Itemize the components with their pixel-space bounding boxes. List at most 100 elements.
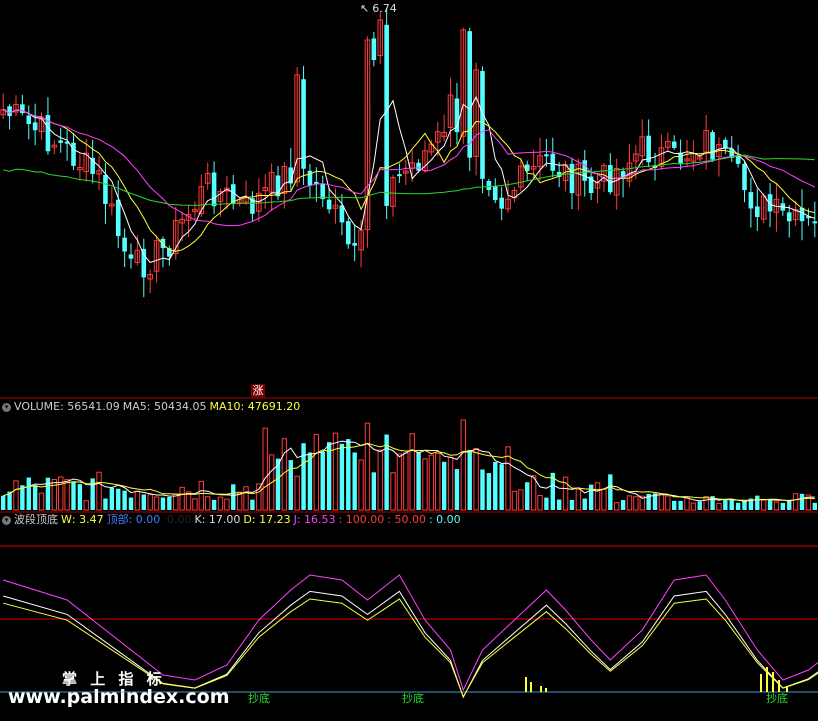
volume-bar-down — [211, 499, 217, 510]
volume-bar-up — [147, 494, 153, 511]
volume-bar-down — [812, 502, 817, 510]
volume-bar-up — [626, 495, 633, 511]
volume-bar-down — [499, 464, 504, 510]
volume-bar-up — [13, 480, 19, 511]
volume-bar-down — [307, 452, 313, 510]
volume-bar-down — [320, 451, 325, 510]
candle-body-down — [723, 139, 728, 149]
volume-bar-down — [729, 499, 734, 510]
volume-bar-down — [77, 484, 83, 510]
volume-bar-up — [243, 486, 249, 511]
candle-body-down — [812, 221, 818, 224]
volume-bar-up — [473, 448, 479, 511]
candle-body-down — [371, 38, 377, 60]
volume-bar-up — [51, 478, 58, 511]
volume-bar-down — [416, 451, 421, 510]
candle-body-down — [103, 174, 108, 205]
volume-bar-up — [358, 459, 364, 511]
level-50-value: : 50.00 — [387, 513, 426, 526]
candle-body-down — [339, 205, 345, 223]
volume-bar-down — [32, 485, 38, 510]
signal-stick — [772, 672, 774, 692]
volume-bar-up — [575, 488, 582, 511]
candle-body-down — [345, 221, 351, 245]
volume-bar-down — [755, 495, 760, 510]
volume-bar-down — [486, 473, 492, 510]
candle-body-down — [7, 106, 12, 117]
w-label: W — [61, 513, 72, 526]
volume-bar-down — [346, 439, 351, 510]
volume-bar-up — [460, 419, 467, 511]
volume-bar-down — [116, 488, 121, 510]
volume-bar-down — [742, 501, 747, 510]
candle-body-down — [26, 115, 32, 125]
volume-bar-down — [301, 443, 306, 510]
volume-bar-up — [38, 492, 45, 511]
volume-bar-up — [217, 496, 224, 511]
volume-bar-up — [364, 422, 371, 511]
volume-bar-up — [530, 475, 537, 511]
candle-body-down — [786, 212, 792, 222]
volume-bar-down — [441, 461, 447, 510]
chevron-down-icon[interactable]: ▾ — [2, 515, 11, 525]
volume-bar-up — [601, 488, 607, 511]
volume-bar-down — [26, 477, 31, 510]
indicator-header: ▾ 波段顶底 W: 3.47 顶部: 0.00:0.00 K: 17.00 D: 17.2… — [0, 513, 464, 527]
candle-body-down — [416, 162, 421, 171]
volume-bar-down — [556, 499, 562, 510]
volume-bar-up — [511, 490, 518, 511]
volume-bar-up — [396, 453, 403, 511]
signal-label-3: 抄底 — [766, 692, 788, 705]
volume-bar-up — [224, 498, 230, 511]
candle-body-down — [569, 163, 575, 194]
candle-body-down — [544, 154, 549, 157]
signal-label-1: 抄底 — [248, 692, 270, 705]
volume-bar-up — [594, 482, 601, 511]
volume-bar-down — [467, 449, 472, 510]
volume-bar-up — [377, 449, 383, 511]
volume-bar-up — [179, 486, 185, 511]
candle-body-down — [486, 180, 492, 190]
volume-ma10-label: MA10 — [209, 400, 241, 413]
volume-bar-down — [1, 495, 6, 510]
volume-bar-down — [167, 496, 172, 510]
d-value: : 17.23 — [251, 513, 291, 526]
candle-body-down — [122, 237, 127, 252]
volume-bar-down — [780, 502, 786, 510]
price-high-label: 6.74 — [372, 2, 397, 15]
k-value: : 17.00 — [201, 513, 241, 526]
volume-bar-down — [160, 497, 166, 510]
volume-bar-down — [371, 472, 377, 510]
chevron-down-icon[interactable]: ▾ — [2, 402, 11, 412]
volume-bar-down — [45, 477, 51, 510]
candle-body-down — [352, 243, 357, 246]
volume-bar-down — [723, 498, 728, 510]
volume-bar-up — [447, 456, 454, 511]
volume-bar-down — [231, 484, 236, 510]
volume-bar-up — [294, 475, 300, 511]
volume-bar-down — [569, 499, 575, 510]
candle-body-down — [499, 197, 504, 209]
signal-stick — [530, 682, 532, 692]
signal-stick — [525, 677, 527, 692]
level-100-value: : 100.00 — [338, 513, 385, 526]
candle-body-down — [211, 172, 217, 207]
volume-bar-down — [71, 481, 76, 510]
volume-bar-down — [735, 502, 741, 510]
candle-body-down — [141, 248, 147, 278]
volume-bar-up — [537, 494, 543, 511]
volume-bar-up — [422, 458, 428, 511]
volume-bar-down — [480, 469, 485, 510]
volume-bar-down — [339, 443, 345, 510]
candle-body-down — [550, 153, 556, 171]
candle-body-down — [799, 207, 805, 222]
volume-bar-down — [141, 494, 146, 510]
volume-bar-down — [103, 498, 108, 510]
candle-body-down — [71, 142, 76, 166]
volume-bar-down — [250, 499, 255, 510]
volume-bar-down — [525, 482, 530, 510]
volume-bar-up — [83, 500, 89, 511]
volume-bar-down — [608, 474, 613, 510]
volume-bar-down — [678, 500, 683, 510]
volume-title: VOLUME — [14, 400, 61, 413]
